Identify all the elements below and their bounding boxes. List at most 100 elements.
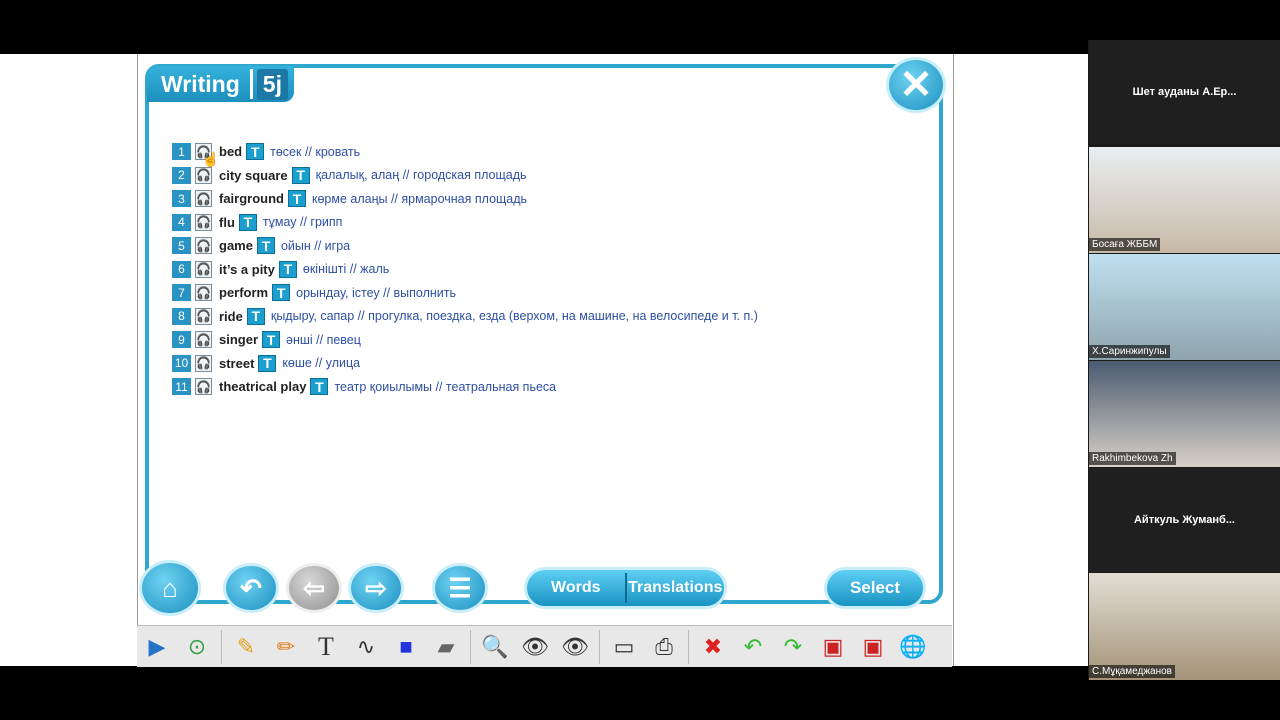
item-number: 8 [172, 307, 191, 325]
list-item: 5 🎧 game Tойын // игра [172, 234, 758, 258]
print-icon[interactable]: ⎙ [646, 630, 682, 664]
participant-name: Rakhimbekova Zh [1089, 452, 1176, 465]
arrow-right-icon: ⇨ [365, 572, 387, 603]
next-button[interactable]: ⇨ [348, 563, 404, 613]
vocabulary-list: 1 🎧 bed Tтөсек // кровать 2 🎧 city square Tқал… [172, 140, 758, 399]
item-word: street [219, 355, 255, 371]
list-item: 10 🎧 street Tкөше // улица [172, 352, 758, 376]
translate-button[interactable]: T [246, 143, 265, 161]
list-item: 4 🎧 flu Tтұмау // грипп [172, 211, 758, 235]
headphones-icon[interactable]: 🎧 [195, 378, 212, 396]
item-word: perform [219, 285, 269, 301]
item-translation: қалалық, алаң // городская площадь [315, 168, 527, 183]
pencil-icon[interactable]: ✎ [228, 630, 264, 664]
save-as-icon[interactable]: ▣ [855, 630, 891, 664]
participant-tile[interactable]: Х.Саринжипулы [1089, 254, 1280, 360]
item-number: 9 [172, 331, 191, 349]
list-item: 3 🎧 fairground Tкөрме алаңы // ярмарочная п… [172, 187, 758, 211]
unit-label: 5j [256, 68, 288, 100]
participant-tile[interactable]: С.Мұқамеджанов [1089, 573, 1280, 680]
headphones-icon[interactable]: 🎧 [195, 190, 212, 208]
select-button[interactable]: Select [824, 567, 926, 609]
notes-icon[interactable]: ▭ [606, 630, 642, 664]
expand-icon[interactable]: ▶ [139, 630, 175, 664]
item-word: bed [219, 144, 243, 160]
item-number: 4 [172, 213, 191, 231]
mouse-icon[interactable]: ⊙ [179, 630, 215, 664]
screen-shade-icon[interactable]: 👁 [517, 630, 553, 664]
headphones-icon[interactable]: 🎧 [195, 260, 212, 278]
headphones-icon[interactable]: 🎧 [195, 166, 212, 184]
item-word: flu [219, 214, 235, 230]
text-tool-icon[interactable]: T [308, 630, 344, 664]
translate-button[interactable]: T [272, 284, 291, 302]
arrow-left-icon: ⇦ [303, 572, 325, 603]
headphones-icon[interactable]: 🎧 [195, 354, 212, 372]
undo-tool-icon[interactable]: ↶ [735, 630, 771, 664]
line-tool-icon[interactable]: ∿ [348, 630, 384, 664]
participant-tile[interactable]: Айткуль Жуманб... [1089, 468, 1280, 572]
headphones-icon[interactable]: 🎧 [195, 307, 212, 325]
eraser-icon[interactable]: ▰ [428, 630, 464, 664]
participant-tile[interactable]: Шет ауданы А.Ер... [1089, 40, 1280, 144]
headphones-icon[interactable]: 🎧 [195, 331, 212, 349]
item-translation: театр қоиылымы // театральная пьеса [334, 379, 557, 394]
globe-icon[interactable]: 🌐 [895, 630, 931, 664]
item-number: 2 [172, 166, 191, 184]
item-translation: көрме алаңы // ярмарочная площадь [312, 191, 528, 206]
menu-button[interactable]: ☰ [432, 563, 488, 613]
item-word: game [219, 238, 253, 254]
words-button[interactable]: Words [527, 579, 625, 597]
participant-tile[interactable]: Rakhimbekova Zh [1089, 361, 1280, 467]
item-word: it’s a pity [219, 261, 275, 277]
item-number: 7 [172, 284, 191, 302]
list-icon: ☰ [448, 572, 472, 603]
item-translation: әнші // певец [286, 332, 361, 347]
translate-button[interactable]: T [291, 166, 310, 184]
marker-icon[interactable]: ✏ [268, 630, 304, 664]
home-button[interactable]: ⌂ [139, 560, 201, 616]
toolbar-divider [599, 629, 600, 664]
translate-button[interactable]: T [278, 260, 297, 278]
participant-name: Айткуль Жуманб... [1133, 514, 1235, 526]
item-word: city square [219, 167, 288, 183]
save-icon[interactable]: ▣ [815, 630, 851, 664]
shape-tool-icon[interactable]: ■ [388, 630, 424, 664]
translate-button[interactable]: T [246, 307, 265, 325]
headphones-icon[interactable]: 🎧 [195, 237, 212, 255]
lesson-title: Writing 5j [147, 66, 294, 102]
list-item: 1 🎧 bed Tтөсек // кровать [172, 140, 758, 164]
item-number: 11 [172, 378, 191, 396]
spotlight-icon[interactable]: 👁 [557, 630, 593, 664]
item-number: 6 [172, 260, 191, 278]
headphones-icon[interactable]: 🎧 [195, 284, 212, 302]
close-button[interactable]: ✕ [886, 57, 946, 113]
translate-button[interactable]: T [256, 237, 275, 255]
item-word: singer [219, 332, 259, 348]
participant-name: Босаға ЖББМ [1089, 238, 1161, 251]
redo-tool-icon[interactable]: ↷ [775, 630, 811, 664]
title-text: Writing [161, 70, 240, 97]
participant-name: С.Мұқамеджанов [1089, 665, 1175, 678]
headphones-icon[interactable]: 🎧 [195, 213, 212, 231]
participant-tile[interactable]: Босаға ЖББМ [1089, 147, 1280, 253]
close-icon: ✕ [899, 63, 933, 107]
item-word: ride [219, 308, 243, 324]
translate-button[interactable]: T [238, 213, 257, 231]
undo-button[interactable]: ↶ [223, 563, 279, 613]
item-number: 1 [172, 143, 191, 161]
mouse-cursor-icon: ☝ [202, 151, 220, 167]
translations-button[interactable]: Translations [627, 579, 725, 597]
zoom-icon[interactable]: 🔍 [477, 630, 513, 664]
list-item: 7 🎧 perform Tорындау, істеу // выполнить [172, 281, 758, 305]
delete-icon[interactable]: ✖ [695, 630, 731, 664]
item-translation: қыдыру, сапар // прогулка, поездка, езда… [270, 309, 758, 324]
toolbar-divider [688, 629, 689, 664]
item-number: 10 [172, 354, 191, 372]
translate-button[interactable]: T [288, 190, 306, 208]
previous-button[interactable]: ⇦ [286, 563, 342, 613]
translate-button[interactable]: T [262, 331, 281, 349]
translate-button[interactable]: T [258, 354, 277, 372]
translate-button[interactable]: T [310, 378, 329, 396]
drawing-toolbar: ▶ ⊙ ✎ ✏ T ∿ ■ ▰ 🔍 👁 👁 ▭ ⎙ ✖ ↶ ↷ ▣ ▣ 🌐 [137, 625, 952, 667]
